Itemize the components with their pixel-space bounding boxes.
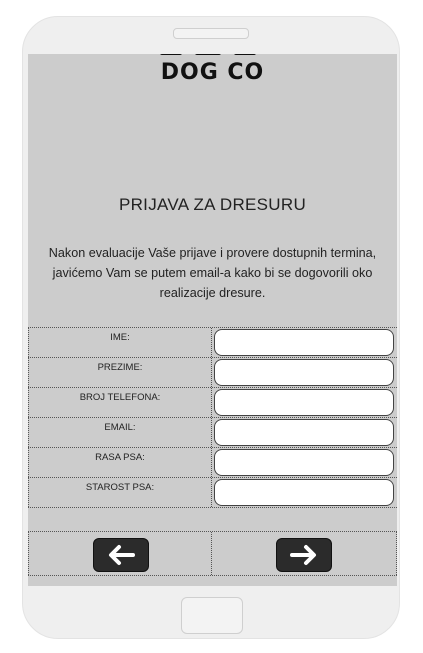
- form-row-email: EMAIL:: [28, 417, 397, 447]
- label-starost-psa: STAROST PSA:: [28, 478, 212, 507]
- logo-mark: [160, 54, 256, 57]
- navigation-row: [28, 531, 397, 576]
- nav-cell-back: [28, 532, 212, 575]
- label-rasa-psa: RASA PSA:: [28, 448, 212, 477]
- phone-speaker: [173, 28, 249, 39]
- next-button[interactable]: [276, 538, 332, 572]
- broj-telefona-input[interactable]: [214, 389, 394, 416]
- form-row-starost-psa: STAROST PSA:: [28, 477, 397, 508]
- phone-frame: DOG CO PRIJAVA ZA DRESURU Nakon evaluaci…: [22, 16, 400, 639]
- nav-cell-next: [212, 532, 397, 575]
- ime-input[interactable]: [214, 329, 394, 356]
- label-prezime: PREZIME:: [28, 358, 212, 387]
- screen: DOG CO PRIJAVA ZA DRESURU Nakon evaluaci…: [28, 54, 397, 586]
- rasa-psa-input[interactable]: [214, 449, 394, 476]
- signup-form: IME: PREZIME: BROJ TELEFONA: EMAIL: RASA…: [28, 327, 397, 508]
- starost-psa-input[interactable]: [214, 479, 394, 506]
- form-row-broj-telefona: BROJ TELEFONA:: [28, 387, 397, 417]
- prezime-input[interactable]: [214, 359, 394, 386]
- home-button[interactable]: [181, 597, 243, 634]
- email-input[interactable]: [214, 419, 394, 446]
- intro-text: Nakon evaluacije Vaše prijave i provere …: [48, 246, 377, 300]
- label-ime: IME:: [28, 328, 212, 357]
- arrow-left-icon: [109, 545, 135, 565]
- page-title: PRIJAVA ZA DRESURU: [118, 195, 307, 214]
- form-row-rasa-psa: RASA PSA:: [28, 447, 397, 477]
- arrow-right-icon: [290, 545, 316, 565]
- back-button[interactable]: [93, 538, 149, 572]
- form-row-prezime: PREZIME:: [28, 357, 397, 387]
- form-row-ime: IME:: [28, 327, 397, 357]
- brand-logo: DOG CO: [160, 60, 265, 85]
- label-broj-telefona: BROJ TELEFONA:: [28, 388, 212, 417]
- label-email: EMAIL:: [28, 418, 212, 447]
